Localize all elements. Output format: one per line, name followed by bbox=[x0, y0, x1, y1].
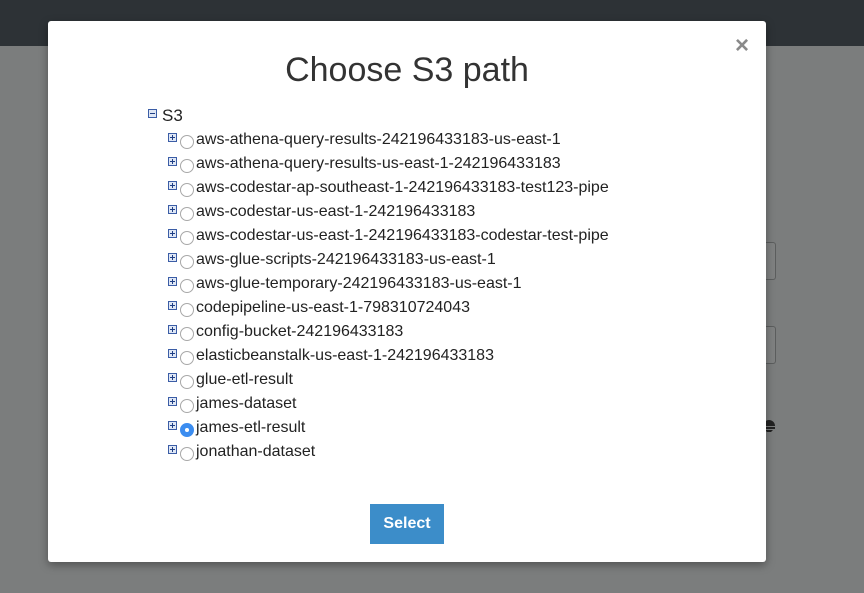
bucket-label[interactable]: aws-glue-scripts-242196433183-us-east-1 bbox=[196, 249, 496, 271]
expand-icon[interactable] bbox=[168, 157, 177, 166]
bucket-label[interactable]: jonathan-dataset bbox=[196, 441, 315, 463]
bucket-label[interactable]: aws-codestar-ap-southeast-1-242196433183… bbox=[196, 177, 609, 199]
expand-icon[interactable] bbox=[168, 229, 177, 238]
bucket-label[interactable]: aws-athena-query-results-242196433183-us… bbox=[196, 129, 561, 151]
bucket-radio[interactable] bbox=[180, 423, 194, 437]
bucket-radio[interactable] bbox=[180, 159, 194, 173]
expand-icon[interactable] bbox=[168, 253, 177, 262]
bucket-radio[interactable] bbox=[180, 303, 194, 317]
bucket-radio[interactable] bbox=[180, 399, 194, 413]
expand-icon[interactable] bbox=[168, 325, 177, 334]
bucket-radio[interactable] bbox=[180, 327, 194, 341]
bucket-label[interactable]: aws-athena-query-results-us-east-1-24219… bbox=[196, 153, 561, 175]
bucket-radio[interactable] bbox=[180, 231, 194, 245]
expand-icon[interactable] bbox=[168, 205, 177, 214]
expand-icon[interactable] bbox=[168, 277, 177, 286]
collapse-icon[interactable] bbox=[148, 109, 157, 118]
expand-icon[interactable] bbox=[168, 133, 177, 142]
modal-title: Choose S3 path bbox=[285, 51, 529, 89]
bucket-radio[interactable] bbox=[180, 351, 194, 365]
expand-icon[interactable] bbox=[168, 181, 177, 190]
bucket-radio[interactable] bbox=[180, 207, 194, 221]
bucket-label[interactable]: glue-etl-result bbox=[196, 369, 293, 391]
bucket-label[interactable]: elasticbeanstalk-us-east-1-242196433183 bbox=[196, 345, 494, 367]
expand-icon[interactable] bbox=[168, 421, 177, 430]
bucket-label[interactable]: aws-codestar-us-east-1-242196433183 bbox=[196, 201, 475, 223]
bucket-label[interactable]: aws-glue-temporary-242196433183-us-east-… bbox=[196, 273, 522, 295]
expand-icon[interactable] bbox=[168, 397, 177, 406]
bucket-radio[interactable] bbox=[180, 255, 194, 269]
bucket-radio[interactable] bbox=[180, 135, 194, 149]
bucket-label[interactable]: james-dataset bbox=[196, 393, 297, 415]
expand-icon[interactable] bbox=[168, 445, 177, 454]
bucket-label[interactable]: codepipeline-us-east-1-798310724043 bbox=[196, 297, 470, 319]
bucket-radio[interactable] bbox=[180, 279, 194, 293]
bucket-label[interactable]: james-etl-result bbox=[196, 417, 305, 439]
expand-icon[interactable] bbox=[168, 301, 177, 310]
background-input-field bbox=[765, 242, 776, 280]
select-button[interactable]: Select bbox=[370, 504, 444, 544]
expand-icon[interactable] bbox=[168, 349, 177, 358]
expand-icon[interactable] bbox=[168, 373, 177, 382]
bucket-radio[interactable] bbox=[180, 447, 194, 461]
tree-root-label: S3 bbox=[162, 106, 183, 125]
bucket-label[interactable]: aws-codestar-us-east-1-242196433183-code… bbox=[196, 225, 609, 247]
bucket-radio[interactable] bbox=[180, 183, 194, 197]
background-input-field bbox=[765, 326, 776, 364]
bucket-label[interactable]: config-bucket-242196433183 bbox=[196, 321, 403, 343]
choose-s3-path-modal: × Choose S3 path S3 aws-athena-query-res… bbox=[48, 21, 766, 562]
bucket-radio[interactable] bbox=[180, 375, 194, 389]
